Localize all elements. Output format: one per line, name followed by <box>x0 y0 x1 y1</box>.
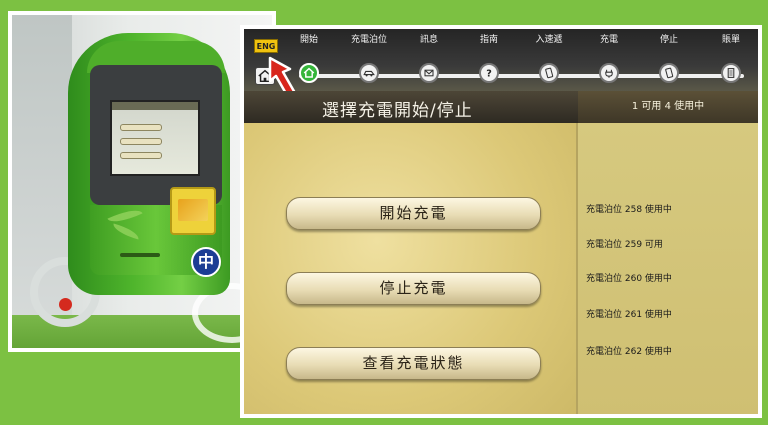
step-circle <box>599 63 619 83</box>
kiosk-photo-scene: 中 <box>12 15 272 348</box>
step-circle <box>539 63 559 83</box>
plug-icon <box>605 69 613 78</box>
step-charging-bay[interactable]: 充電泊位 <box>344 35 394 91</box>
check-charging-status-button[interactable]: 查看充電狀態 <box>286 347 541 380</box>
step-label: 訊息 <box>419 35 438 45</box>
step-label: 入速遞 <box>535 35 563 45</box>
step-label: 賬單 <box>721 35 740 45</box>
red-button <box>59 298 72 311</box>
question-icon: ? <box>486 69 492 80</box>
action-panel: 開始充電 停止充電 查看充電狀態 <box>244 123 576 414</box>
card-reader <box>170 187 216 235</box>
step-circle <box>419 63 439 83</box>
step-guide[interactable]: 指南 ? <box>464 35 514 91</box>
kiosk-slot <box>120 253 160 257</box>
step-label: 開始 <box>299 35 318 45</box>
start-charging-button[interactable]: 開始充電 <box>286 197 541 230</box>
car-icon <box>363 70 375 77</box>
kiosk-ui: ENG 開始 充電泊位 訊息 指南 ? 入速遞 充電 停止 賬單 選擇充電開始/… <box>244 29 758 414</box>
bay-status-panel: 充電泊位 258 使用中 充電泊位 259 可用 充電泊位 260 使用中 充電… <box>576 123 758 414</box>
step-insert-card[interactable]: 入速遞 <box>524 35 574 91</box>
kiosk-logo: 中 <box>191 247 221 277</box>
bay-status-item: 充電泊位 261 使用中 <box>586 310 672 320</box>
usage-summary: 1 可用 4 使用中 <box>578 91 758 123</box>
envelope-icon <box>424 69 434 77</box>
kiosk-screen-button <box>120 138 162 145</box>
kiosk-photo: 中 <box>8 11 276 352</box>
step-label: 停止 <box>659 35 678 45</box>
bay-status-item: 充電泊位 259 可用 <box>586 240 663 250</box>
kiosk-screen <box>110 100 200 176</box>
kiosk-screen-button <box>120 124 162 131</box>
card-icon <box>665 67 674 79</box>
step-label: 充電泊位 <box>350 35 387 45</box>
step-circle <box>359 63 379 83</box>
step-message[interactable]: 訊息 <box>404 35 454 91</box>
kiosk-screen-button <box>120 152 162 159</box>
step-circle: ? <box>479 63 499 83</box>
svg-text:?: ? <box>486 69 492 80</box>
card-icon <box>545 67 554 79</box>
step-bill[interactable]: 賬單 <box>706 35 756 91</box>
title-bar: 選擇充電開始/停止 1 可用 4 使用中 <box>244 91 758 123</box>
step-circle <box>659 63 679 83</box>
kiosk-ui-screenshot: ENG 開始 充電泊位 訊息 指南 ? 入速遞 充電 停止 賬單 選擇充電開始/… <box>240 25 762 418</box>
step-stop[interactable]: 停止 <box>644 35 694 91</box>
bay-status-item: 充電泊位 258 使用中 <box>586 205 672 215</box>
bay-status-item: 充電泊位 262 使用中 <box>586 347 672 357</box>
bay-status-item: 充電泊位 260 使用中 <box>586 274 672 284</box>
language-toggle-button[interactable]: ENG <box>254 39 278 53</box>
step-charge[interactable]: 充電 <box>584 35 634 91</box>
stop-charging-button[interactable]: 停止充電 <box>286 272 541 305</box>
step-label: 充電 <box>599 35 618 45</box>
top-navigation-bar: ENG 開始 充電泊位 訊息 指南 ? 入速遞 充電 停止 賬單 <box>244 29 758 99</box>
receipt-icon <box>727 68 735 78</box>
step-label: 指南 <box>479 35 498 45</box>
card-reader-slot <box>178 199 208 221</box>
kiosk-screen-bar <box>112 102 198 110</box>
page-title: 選擇充電開始/停止 <box>322 101 473 121</box>
step-circle <box>721 63 741 83</box>
